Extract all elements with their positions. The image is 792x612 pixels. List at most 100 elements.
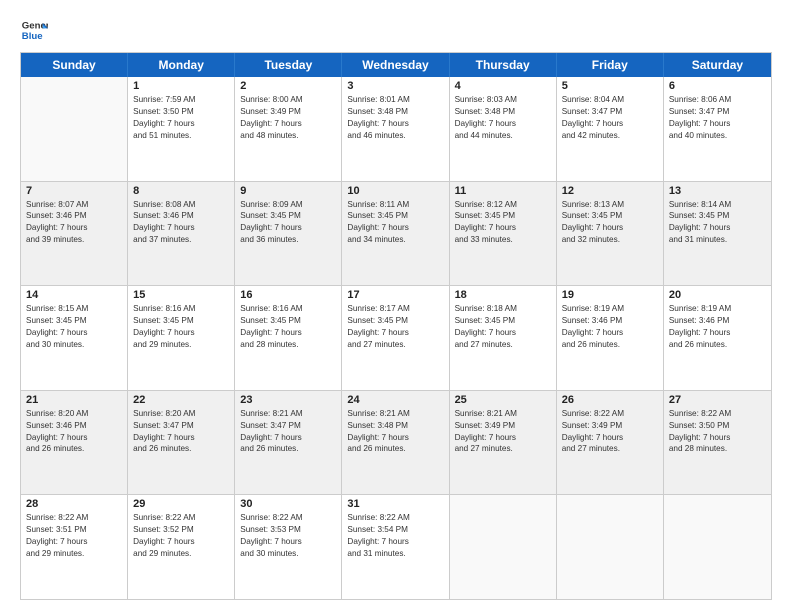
cell-info-line: Daylight: 7 hours [26,432,122,444]
cell-info-line: Sunrise: 8:13 AM [562,199,658,211]
calendar-cell [21,77,128,181]
calendar-cell: 13Sunrise: 8:14 AMSunset: 3:45 PMDayligh… [664,182,771,286]
calendar-cell: 7Sunrise: 8:07 AMSunset: 3:46 PMDaylight… [21,182,128,286]
cell-info-line: Sunset: 3:46 PM [562,315,658,327]
cell-info-line: and 27 minutes. [562,443,658,455]
cell-info-line: Daylight: 7 hours [669,327,766,339]
header-day: Wednesday [342,53,449,77]
cell-info-line: Sunset: 3:54 PM [347,524,443,536]
cell-info-line: Daylight: 7 hours [133,432,229,444]
day-number: 13 [669,185,766,197]
calendar-cell: 22Sunrise: 8:20 AMSunset: 3:47 PMDayligh… [128,391,235,495]
calendar-cell: 31 Sunrise: 8:22 AMSunset: 3:54 PMDayligh… [342,495,449,599]
cell-info-line: Sunset: 3:45 PM [240,315,336,327]
day-number: 17 [347,289,443,301]
cell-info-line: and 34 minutes. [347,234,443,246]
cell-info-line: Sunrise: 8:01 AM [347,94,443,106]
calendar-cell: 21Sunrise: 8:20 AMSunset: 3:46 PMDayligh… [21,391,128,495]
day-number: 19 [562,289,658,301]
cell-info-line: Daylight: 7 hours [347,118,443,130]
day-number: 31 [347,498,443,510]
cell-info-line: and 33 minutes. [455,234,551,246]
calendar-cell: 11Sunrise: 8:12 AMSunset: 3:45 PMDayligh… [450,182,557,286]
day-number: 8 [133,185,229,197]
cell-info-line: and 31 minutes. [669,234,766,246]
cell-info-line: Daylight: 7 hours [347,222,443,234]
cell-info-line: and 40 minutes. [669,130,766,142]
cell-info-line: and 31 minutes. [347,548,443,560]
calendar-cell: 28 Sunrise: 8:22 AMSunset: 3:51 PMDayligh… [21,495,128,599]
cell-info-line: and 30 minutes. [240,548,336,560]
cell-info-line: Sunrise: 8:22 AM [26,512,122,524]
calendar-cell: 26Sunrise: 8:22 AMSunset: 3:49 PMDayligh… [557,391,664,495]
cell-info-line: Daylight: 7 hours [240,432,336,444]
calendar-cell: 15Sunrise: 8:16 AMSunset: 3:45 PMDayligh… [128,286,235,390]
cell-info-line: Sunset: 3:47 PM [240,420,336,432]
calendar-cell: 17Sunrise: 8:17 AMSunset: 3:45 PMDayligh… [342,286,449,390]
cell-info-line: Sunrise: 8:11 AM [347,199,443,211]
calendar-cell [664,495,771,599]
cell-info-line: Sunrise: 8:22 AM [347,512,443,524]
cell-info-line: Sunset: 3:45 PM [669,210,766,222]
calendar: SundayMondayTuesdayWednesdayThursdayFrid… [20,52,772,600]
cell-info-line: Daylight: 7 hours [26,536,122,548]
cell-info-line: Sunset: 3:50 PM [669,420,766,432]
calendar-header: SundayMondayTuesdayWednesdayThursdayFrid… [21,53,771,77]
cell-info-line: Daylight: 7 hours [347,536,443,548]
calendar-page: General Blue SundayMondayTuesdayWednesda… [0,0,792,612]
calendar-cell: 2Sunrise: 8:00 AMSunset: 3:49 PMDaylight… [235,77,342,181]
cell-info-line: and 36 minutes. [240,234,336,246]
cell-info-line: Daylight: 7 hours [240,118,336,130]
day-number: 20 [669,289,766,301]
calendar-cell [557,495,664,599]
cell-info-line: Sunset: 3:45 PM [562,210,658,222]
day-number: 6 [669,80,766,92]
cell-info-line: Daylight: 7 hours [240,222,336,234]
cell-info-line: Sunset: 3:45 PM [240,210,336,222]
calendar-cell: 29Sunrise: 8:22 AMSunset: 3:52 PMDayligh… [128,495,235,599]
cell-info-line: and 26 minutes. [133,443,229,455]
cell-info-line: Sunset: 3:48 PM [347,420,443,432]
calendar-row: 7Sunrise: 8:07 AMSunset: 3:46 PMDaylight… [21,182,771,287]
cell-info-line: Sunrise: 8:16 AM [133,303,229,315]
cell-info-line: Daylight: 7 hours [455,222,551,234]
header-day: Tuesday [235,53,342,77]
cell-info-line: and 28 minutes. [669,443,766,455]
cell-info-line: Sunrise: 8:18 AM [455,303,551,315]
cell-info-line: Sunset: 3:45 PM [133,315,229,327]
cell-info-line: Daylight: 7 hours [562,118,658,130]
header-day: Friday [557,53,664,77]
cell-info-line: Sunrise: 8:22 AM [562,408,658,420]
day-number: 28 [26,498,122,510]
cell-info-line: Sunset: 3:49 PM [562,420,658,432]
cell-info-line: Daylight: 7 hours [562,222,658,234]
cell-info-line: Sunrise: 8:21 AM [455,408,551,420]
cell-info-line: Sunset: 3:47 PM [133,420,229,432]
cell-info-line: Sunrise: 8:16 AM [240,303,336,315]
cell-info-line: and 26 minutes. [26,443,122,455]
cell-info-line: Sunrise: 8:04 AM [562,94,658,106]
cell-info-line: and 26 minutes. [347,443,443,455]
calendar-row: 14Sunrise: 8:15 AMSunset: 3:45 PMDayligh… [21,286,771,391]
calendar-cell: 19Sunrise: 8:19 AMSunset: 3:46 PMDayligh… [557,286,664,390]
calendar-cell: 4Sunrise: 8:03 AMSunset: 3:48 PMDaylight… [450,77,557,181]
day-number: 26 [562,394,658,406]
cell-info-line: and 42 minutes. [562,130,658,142]
cell-info-line: Sunset: 3:51 PM [26,524,122,536]
calendar-cell: 27Sunrise: 8:22 AMSunset: 3:50 PMDayligh… [664,391,771,495]
cell-info-line: and 29 minutes. [26,548,122,560]
cell-info-line: Sunrise: 8:21 AM [347,408,443,420]
header-day: Saturday [664,53,771,77]
cell-info-line: Sunrise: 8:21 AM [240,408,336,420]
calendar-cell: 23Sunrise: 8:21 AMSunset: 3:47 PMDayligh… [235,391,342,495]
cell-info-line: Sunset: 3:45 PM [347,315,443,327]
cell-info-line: Daylight: 7 hours [669,118,766,130]
day-number: 2 [240,80,336,92]
calendar-cell: 9Sunrise: 8:09 AMSunset: 3:45 PMDaylight… [235,182,342,286]
logo-icon: General Blue [20,16,48,44]
calendar-row: 1Sunrise: 7:59 AMSunset: 3:50 PMDaylight… [21,77,771,182]
cell-info-line: and 44 minutes. [455,130,551,142]
cell-info-line: Daylight: 7 hours [133,327,229,339]
calendar-body: 1Sunrise: 7:59 AMSunset: 3:50 PMDaylight… [21,77,771,599]
day-number: 25 [455,394,551,406]
